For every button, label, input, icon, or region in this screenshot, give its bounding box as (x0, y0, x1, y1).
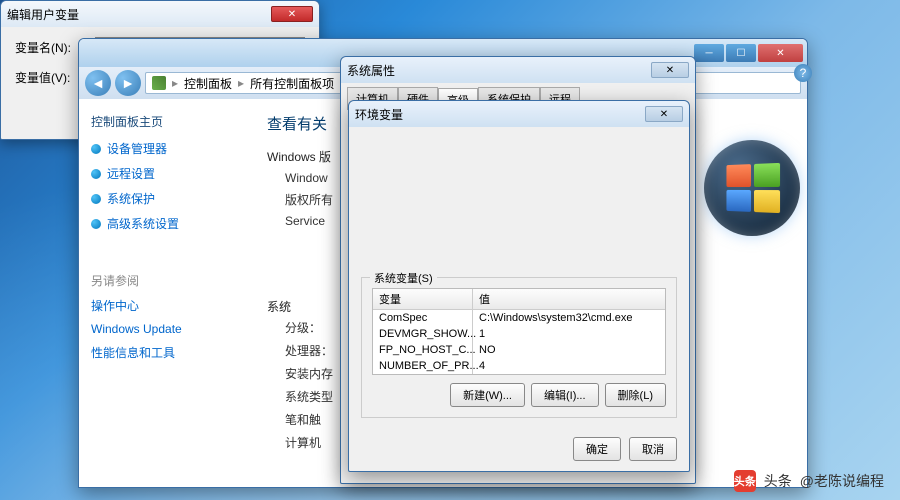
watermark: 头条 头条 @老陈说编程 (734, 470, 884, 492)
breadcrumb-sub[interactable]: 所有控制面板项 (250, 75, 334, 92)
minimize-button[interactable]: ─ (694, 44, 724, 62)
environment-variables-dialog: 环境变量 ✕ 系统变量(S) 变量 值 ComSpecC:\Windows\sy… (348, 100, 690, 472)
windows-logo-orb (704, 140, 800, 236)
maximize-button[interactable]: ☐ (726, 44, 756, 62)
toutiao-logo-icon: 头条 (734, 470, 756, 492)
sidebar-performance-info[interactable]: 性能信息和工具 (91, 344, 237, 361)
sidebar-advanced-settings[interactable]: 高级系统设置 (91, 215, 237, 232)
table-row[interactable]: DEVMGR_SHOW...1 (373, 326, 665, 342)
table-row[interactable]: NUMBER_OF_PR...4 (373, 358, 665, 374)
new-button[interactable]: 新建(W)... (450, 383, 525, 407)
watermark-brand: 头条 (764, 471, 792, 491)
bullet-icon (91, 144, 101, 154)
dialog-title: 系统属性 (347, 62, 395, 79)
dialog-title: 环境变量 (355, 106, 403, 123)
see-also-label: 另请参阅 (91, 272, 237, 289)
breadcrumb-root[interactable]: 控制面板 (184, 75, 232, 92)
dialog-titlebar: 环境变量 ✕ (349, 101, 689, 127)
watermark-author: @老陈说编程 (800, 471, 884, 491)
sidebar-action-center[interactable]: 操作中心 (91, 297, 237, 314)
sidebar-device-manager[interactable]: 设备管理器 (91, 140, 237, 157)
control-panel-icon (152, 76, 166, 90)
close-button[interactable]: ✕ (645, 106, 683, 122)
forward-button[interactable]: ► (115, 70, 141, 96)
bullet-icon (91, 169, 101, 179)
sidebar-windows-update[interactable]: Windows Update (91, 322, 237, 336)
back-button[interactable]: ◄ (85, 70, 111, 96)
dialog-titlebar: 系统属性 ✕ (341, 57, 695, 83)
bullet-icon (91, 219, 101, 229)
system-variables-table[interactable]: 变量 值 ComSpecC:\Windows\system32\cmd.exe … (372, 288, 666, 375)
group-label: 系统变量(S) (370, 270, 437, 286)
sidebar: 控制面板主页 设备管理器 远程设置 系统保护 高级系统设置 另请参阅 操作中心 … (79, 99, 249, 487)
help-icon[interactable]: ? (794, 64, 812, 82)
system-variables-group: 系统变量(S) 变量 值 ComSpecC:\Windows\system32\… (361, 277, 677, 418)
sidebar-system-protection[interactable]: 系统保护 (91, 190, 237, 207)
delete-button[interactable]: 删除(L) (605, 383, 666, 407)
sidebar-remote-settings[interactable]: 远程设置 (91, 165, 237, 182)
cancel-button[interactable]: 取消 (629, 437, 677, 461)
edit-button[interactable]: 编辑(I)... (531, 383, 599, 407)
close-button[interactable]: ✕ (651, 62, 689, 78)
ok-button[interactable]: 确定 (573, 437, 621, 461)
sidebar-home[interactable]: 控制面板主页 (91, 113, 237, 130)
table-row[interactable]: FP_NO_HOST_C...NO (373, 342, 665, 358)
table-row[interactable]: ComSpecC:\Windows\system32\cmd.exe (373, 310, 665, 326)
column-name[interactable]: 变量 (373, 289, 473, 309)
close-button[interactable]: ✕ (758, 44, 803, 62)
column-value[interactable]: 值 (473, 289, 665, 309)
bullet-icon (91, 194, 101, 204)
